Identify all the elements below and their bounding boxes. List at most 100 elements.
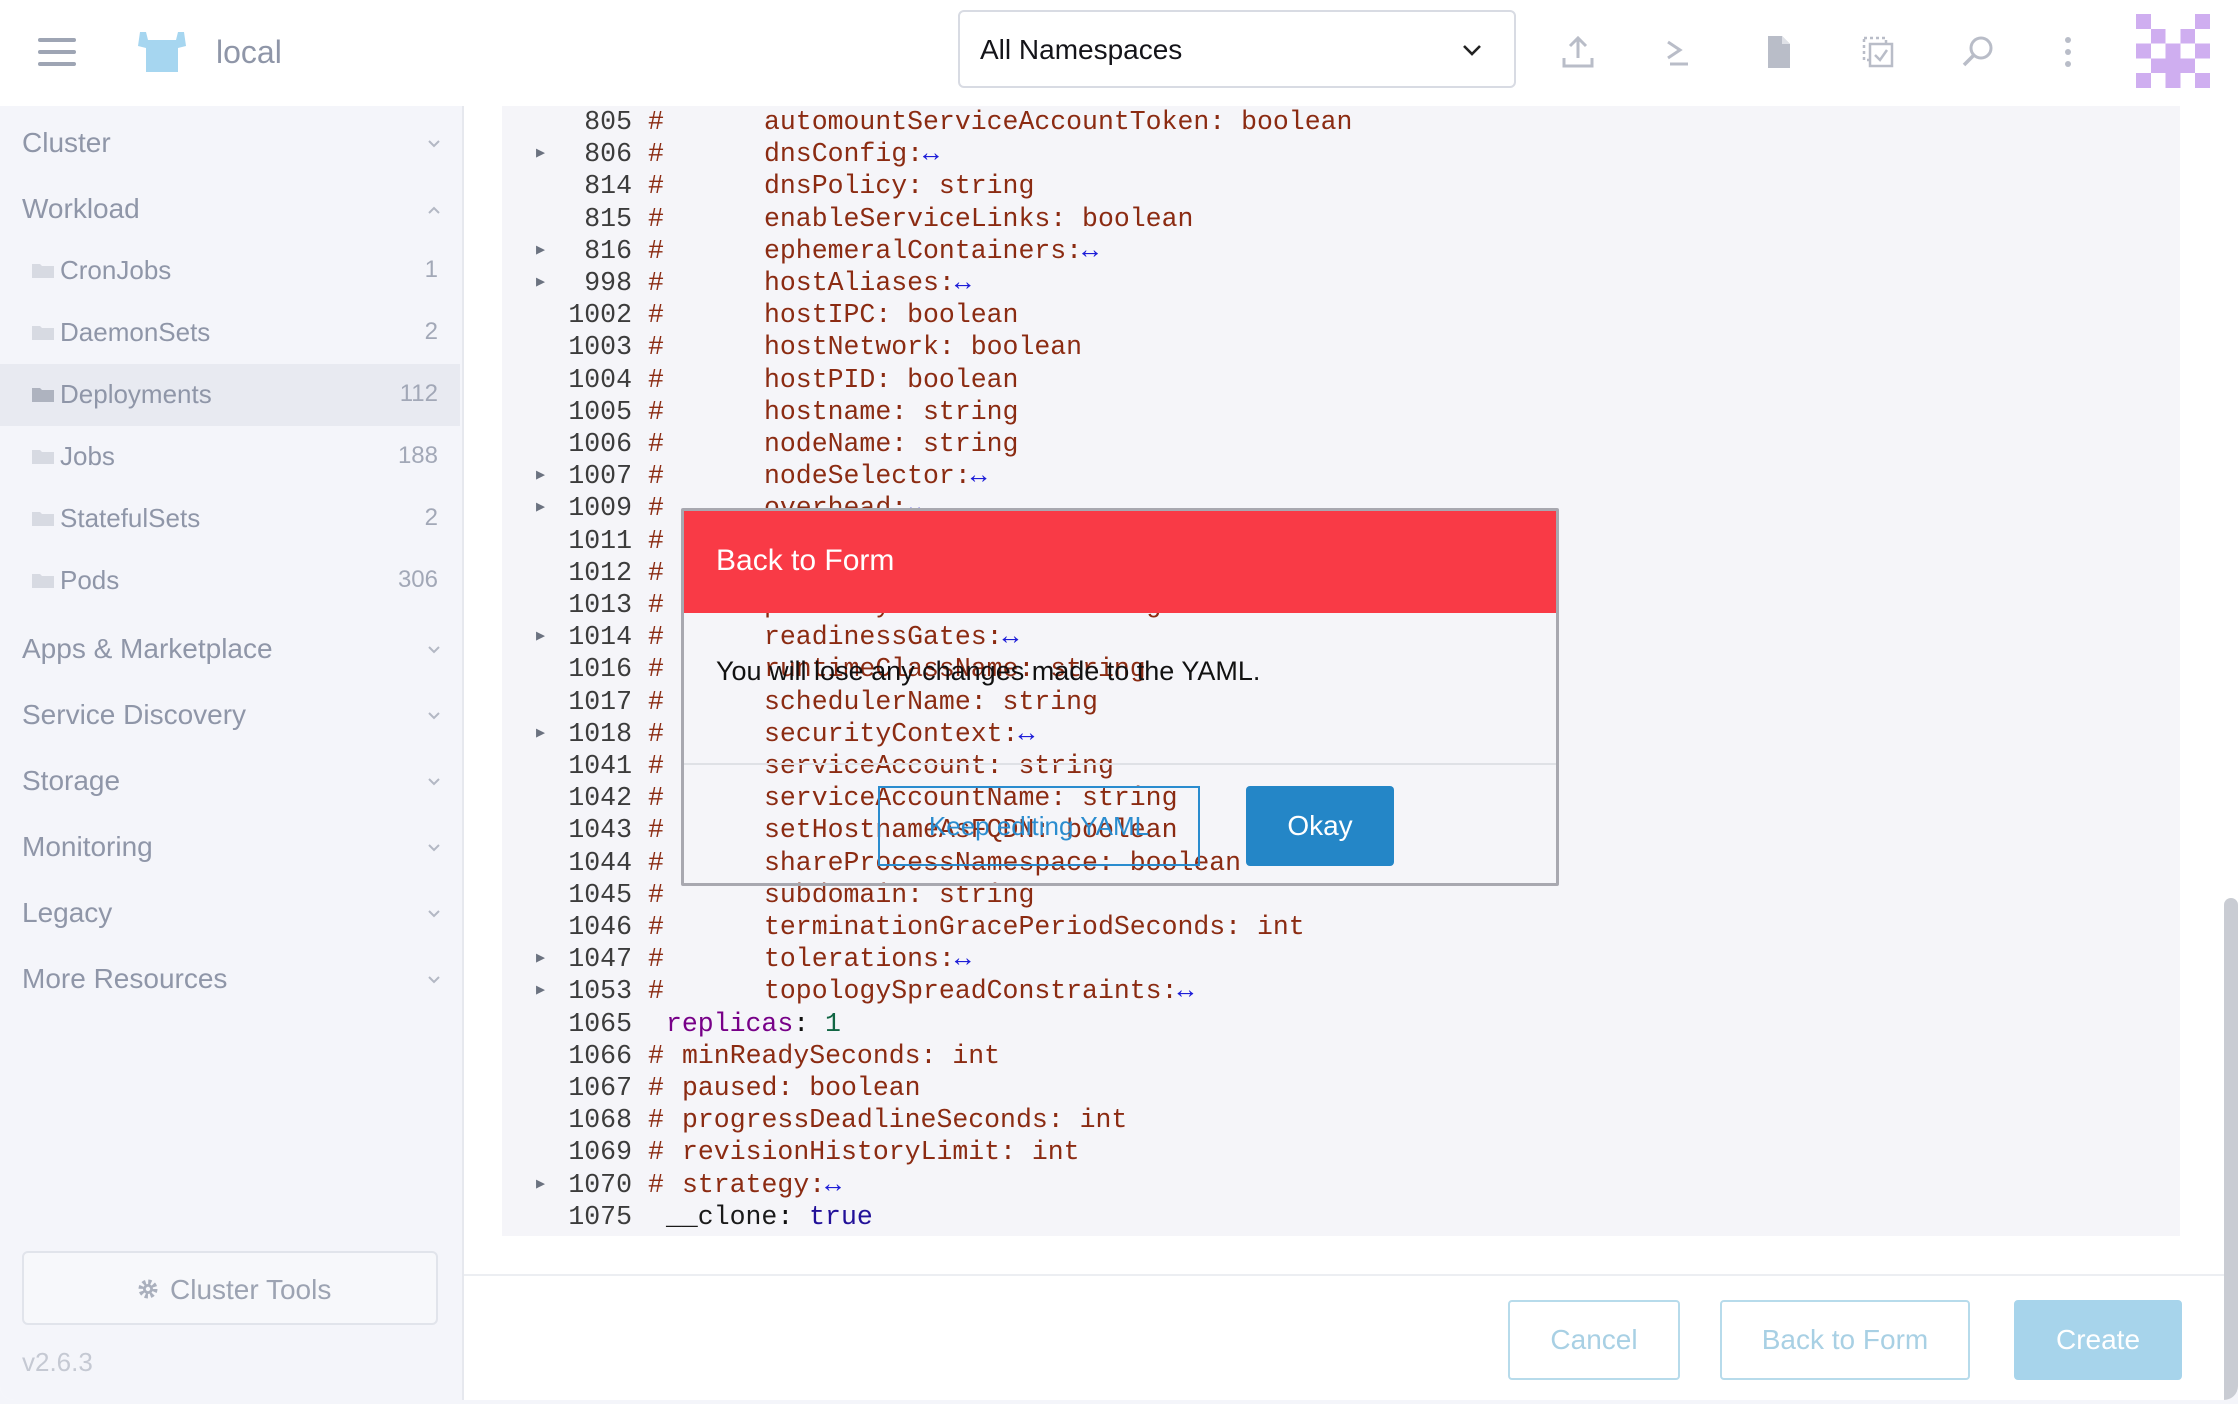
folded-arrow-icon[interactable]: ↔ bbox=[1082, 236, 1098, 266]
code-line[interactable]: 1066 # minReadySeconds: int bbox=[502, 1040, 2180, 1072]
user-avatar[interactable] bbox=[2136, 14, 2210, 88]
nav-group-cluster[interactable]: Cluster bbox=[22, 118, 442, 168]
code-line[interactable]: 1003 # hostNetwork: boolean bbox=[502, 331, 2180, 363]
namespace-select[interactable]: All Namespaces bbox=[958, 10, 1516, 88]
more-vertical-icon[interactable] bbox=[2048, 32, 2088, 72]
nav-group-more-resources[interactable]: More Resources bbox=[22, 954, 442, 1004]
folder-icon bbox=[32, 574, 54, 588]
comment-marker: # bbox=[648, 654, 664, 685]
search-icon[interactable] bbox=[1958, 32, 1998, 72]
nav-group-apps-marketplace[interactable]: Apps & Marketplace bbox=[22, 624, 442, 674]
back-to-form-button[interactable]: Back to Form bbox=[1720, 1300, 1970, 1380]
menu-icon[interactable] bbox=[38, 38, 76, 66]
line-number: 1012 bbox=[568, 557, 632, 588]
line-number: 1053 bbox=[568, 976, 632, 1007]
code-line[interactable]: ▶ 806 # dnsConfig:↔ bbox=[502, 138, 2180, 170]
upload-icon[interactable] bbox=[1558, 32, 1598, 72]
code-line[interactable]: ▶ 1047 # tolerations:↔ bbox=[502, 943, 2180, 975]
code-text: replicas: 1 bbox=[666, 1008, 841, 1039]
keep-editing-button[interactable]: Keep editing YAML bbox=[878, 786, 1200, 866]
folder-icon bbox=[32, 326, 54, 340]
sidebar-item-cronjobs[interactable]: CronJobs 1 bbox=[0, 240, 460, 302]
sidebar-item-statefulsets[interactable]: StatefulSets 2 bbox=[0, 488, 460, 550]
code-text: topologySpreadConstraints:↔ bbox=[764, 976, 1194, 1007]
line-number: 816 bbox=[584, 235, 632, 266]
code-line[interactable]: 1075 __clone: true bbox=[502, 1201, 2180, 1233]
chevron-down-icon bbox=[428, 844, 440, 852]
line-number: 805 bbox=[584, 107, 632, 137]
code-line[interactable]: 1065 replicas: 1 bbox=[502, 1008, 2180, 1040]
code-text: hostNetwork: boolean bbox=[764, 332, 1083, 363]
nav-group-legacy[interactable]: Legacy bbox=[22, 888, 442, 938]
code-line[interactable]: ▶ 998 # hostAliases:↔ bbox=[502, 267, 2180, 299]
sidebar-item-pods[interactable]: Pods 306 bbox=[0, 550, 460, 612]
code-text: nodeName: string bbox=[764, 429, 1019, 459]
code-line[interactable]: 1046 # terminationGracePeriodSeconds: int bbox=[502, 911, 2180, 943]
nav-group-label: Service Discovery bbox=[22, 699, 247, 730]
chevron-down-icon bbox=[428, 712, 440, 720]
comment-marker: # bbox=[648, 815, 664, 846]
nav-group-label: Cluster bbox=[22, 127, 111, 158]
code-line[interactable]: 1067 # paused: boolean bbox=[502, 1072, 2180, 1104]
sidebar-item-daemonsets[interactable]: DaemonSets 2 bbox=[0, 302, 460, 364]
folded-arrow-icon[interactable]: ↔ bbox=[923, 139, 939, 169]
cancel-button[interactable]: Cancel bbox=[1508, 1300, 1680, 1380]
nav-group-label: Legacy bbox=[22, 897, 113, 928]
code-line[interactable]: 1006 # nodeName: string bbox=[502, 428, 2180, 460]
version-label[interactable]: v2.6.3 bbox=[22, 1346, 93, 1378]
code-text: hostPID: boolean bbox=[764, 364, 1019, 395]
kubectl-shell-icon[interactable] bbox=[1658, 32, 1698, 72]
nav-group-monitoring[interactable]: Monitoring bbox=[22, 822, 442, 872]
comment-marker: # bbox=[648, 912, 664, 942]
code-line[interactable]: ▶ 1007 # nodeSelector:↔ bbox=[502, 460, 2180, 492]
app-window: local All Namespaces Cluster Workload Cr… bbox=[0, 0, 2238, 1400]
folded-arrow-icon[interactable]: ↔ bbox=[971, 461, 987, 491]
folded-arrow-icon[interactable]: ↔ bbox=[955, 944, 971, 974]
nav-group-label: Workload bbox=[22, 193, 140, 224]
code-line[interactable]: 1068 # progressDeadlineSeconds: int bbox=[502, 1104, 2180, 1136]
line-number: 1045 bbox=[568, 879, 632, 910]
code-line[interactable]: 814 # dnsPolicy: string bbox=[502, 170, 2180, 202]
top-header: local All Namespaces bbox=[0, 0, 2238, 108]
sidebar-item-jobs[interactable]: Jobs 188 bbox=[0, 426, 460, 488]
comment-marker: # bbox=[648, 139, 664, 170]
sidebar-item-deployments[interactable]: Deployments 112 bbox=[0, 364, 460, 426]
code-line[interactable]: 805 # automountServiceAccountToken: boolea… bbox=[502, 106, 2180, 138]
comment-marker: # bbox=[648, 235, 664, 266]
code-text: enableServiceLinks: boolean bbox=[764, 203, 1194, 234]
nav-group-service-discovery[interactable]: Service Discovery bbox=[22, 690, 442, 740]
code-line[interactable]: 1004 # hostPID: boolean bbox=[502, 364, 2180, 396]
code-line[interactable]: 1002 # hostIPC: boolean bbox=[502, 299, 2180, 331]
comment-marker: # bbox=[648, 1040, 664, 1071]
code-line[interactable]: 1005 # hostname: string bbox=[502, 396, 2180, 428]
kubeconfig-file-icon[interactable] bbox=[1758, 32, 1798, 72]
dialog-title: Back to Form bbox=[716, 544, 895, 577]
line-number: 1070 bbox=[568, 1169, 632, 1200]
okay-button[interactable]: Okay bbox=[1246, 786, 1394, 866]
line-number: 1044 bbox=[568, 847, 632, 878]
code-line[interactable]: 815 # enableServiceLinks: boolean bbox=[502, 203, 2180, 235]
code-text: dnsPolicy: string bbox=[764, 171, 1035, 202]
sidebar-item-label: CronJobs bbox=[60, 255, 172, 285]
code-line[interactable]: 1069 # revisionHistoryLimit: int bbox=[502, 1136, 2180, 1168]
copy-kubeconfig-icon[interactable] bbox=[1858, 32, 1898, 72]
nav-group-workload[interactable]: Workload bbox=[22, 184, 442, 234]
scrollbar[interactable] bbox=[2224, 898, 2238, 1400]
folded-arrow-icon[interactable]: ↔ bbox=[825, 1170, 841, 1200]
comment-marker: # bbox=[648, 300, 664, 331]
sidebar-item-label: DaemonSets bbox=[60, 317, 211, 347]
comment-marker: # bbox=[648, 396, 664, 427]
folded-arrow-icon[interactable]: ↔ bbox=[1177, 976, 1193, 1006]
code-line[interactable]: ▶ 1053 # topologySpreadConstraints:↔ bbox=[502, 975, 2180, 1007]
nav-group-storage[interactable]: Storage bbox=[22, 756, 442, 806]
folder-icon bbox=[32, 264, 54, 278]
code-line[interactable]: ▶ 816 # ephemeralContainers:↔ bbox=[502, 235, 2180, 267]
chevron-down-icon bbox=[1463, 45, 1481, 56]
folded-arrow-icon[interactable]: ↔ bbox=[955, 268, 971, 298]
cluster-tools-button[interactable]: Cluster Tools bbox=[22, 1251, 438, 1325]
code-line[interactable]: ▶ 1070 # strategy:↔ bbox=[502, 1169, 2180, 1201]
chevron-down-icon bbox=[428, 778, 440, 786]
create-button[interactable]: Create bbox=[2014, 1300, 2182, 1380]
gear-icon bbox=[138, 1279, 158, 1299]
comment-marker: # bbox=[648, 622, 664, 653]
